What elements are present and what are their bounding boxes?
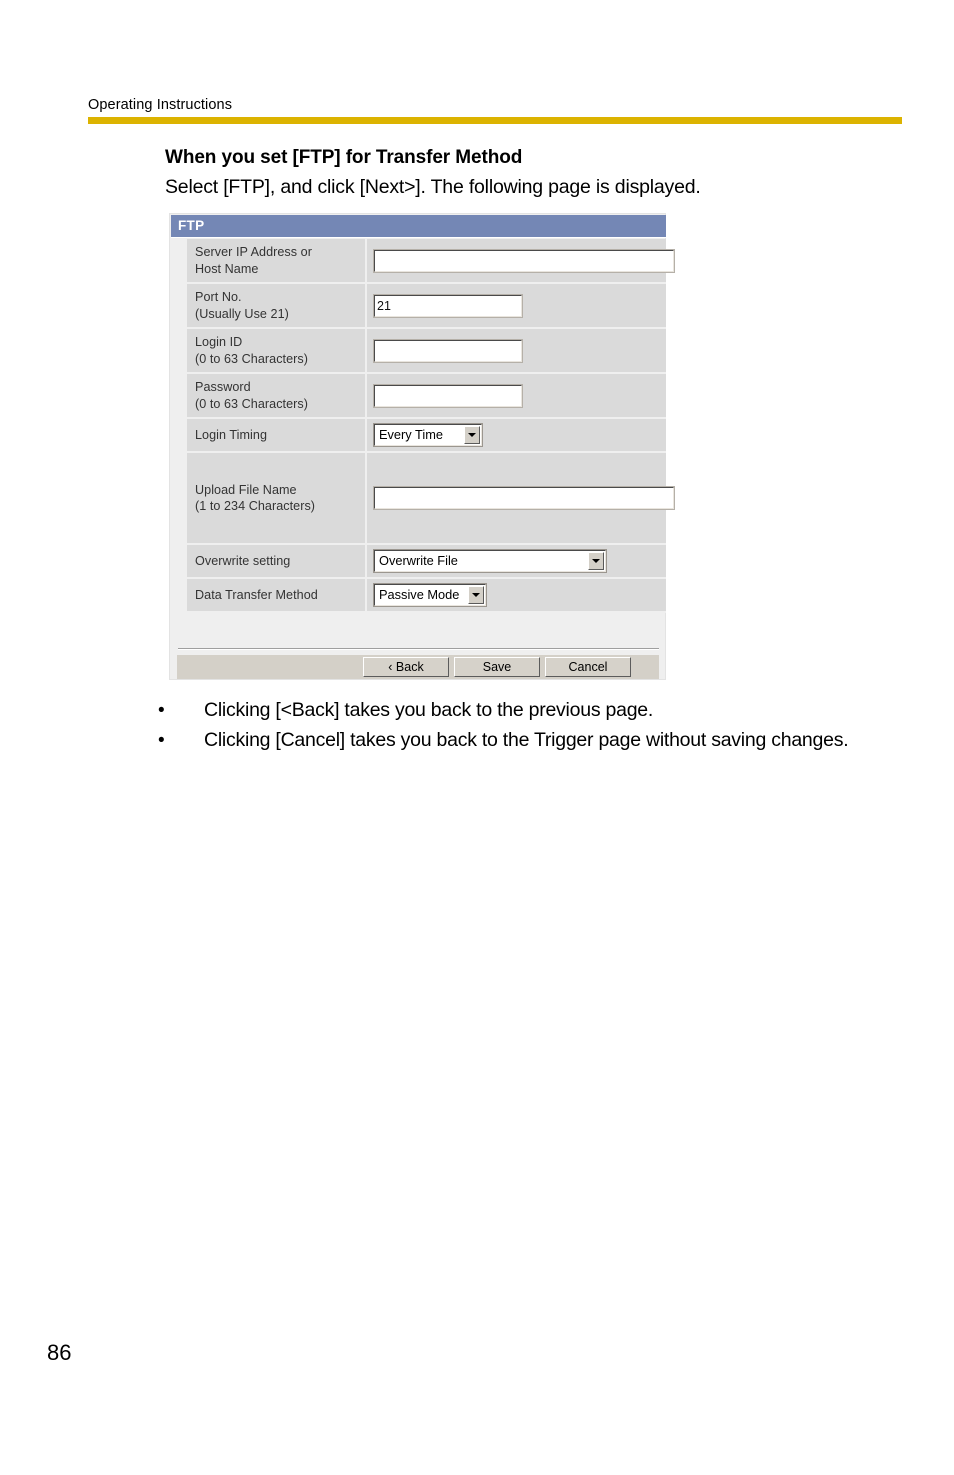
control-cell-login-id bbox=[366, 328, 666, 374]
form-divider bbox=[178, 648, 659, 650]
section-intro: Select [FTP], and click [Next>]. The fol… bbox=[165, 176, 701, 198]
port-no-input[interactable] bbox=[373, 293, 523, 318]
control-cell-server-address bbox=[366, 239, 675, 284]
chevron-down-icon[interactable] bbox=[468, 586, 484, 604]
form-row-password: Password (0 to 63 Characters) bbox=[187, 373, 666, 419]
overwrite-setting-select[interactable]: Overwrite File bbox=[373, 549, 607, 573]
cancel-button[interactable]: Cancel bbox=[545, 657, 631, 677]
overwrite-setting-selected-value: Overwrite File bbox=[379, 553, 458, 568]
chevron-down-icon[interactable] bbox=[464, 426, 480, 444]
label-port-no: Port No. (Usually Use 21) bbox=[187, 283, 367, 329]
label-server-address: Server IP Address or Host Name bbox=[187, 239, 367, 284]
label-line-2: (Usually Use 21) bbox=[195, 306, 289, 321]
label-line-1: Login ID bbox=[195, 335, 243, 349]
back-button[interactable]: ‹ Back bbox=[363, 657, 449, 677]
form-row-upload-file-name: Upload File Name (1 to 234 Characters) bbox=[187, 452, 675, 545]
data-transfer-method-select[interactable]: Passive Mode bbox=[373, 583, 487, 607]
control-cell-password bbox=[366, 373, 666, 419]
control-cell-login-timing: Every Time bbox=[366, 418, 666, 453]
ftp-panel-title: FTP bbox=[178, 218, 205, 233]
list-item: • Clicking [Cancel] takes you back to th… bbox=[157, 726, 867, 755]
form-row-port-no: Port No. (Usually Use 21) bbox=[187, 283, 666, 329]
label-line-2: (0 to 63 Characters) bbox=[195, 396, 308, 411]
server-address-input[interactable] bbox=[373, 248, 675, 273]
save-button[interactable]: Save bbox=[454, 657, 540, 677]
form-row-login-timing: Login Timing Every Time bbox=[187, 418, 666, 453]
login-timing-selected-value: Every Time bbox=[379, 427, 443, 442]
label-password: Password (0 to 63 Characters) bbox=[187, 373, 367, 419]
label-line-2: (0 to 63 Characters) bbox=[195, 351, 308, 366]
label-overwrite-setting: Overwrite setting bbox=[187, 544, 367, 579]
control-cell-data-transfer-method: Passive Mode bbox=[366, 578, 666, 613]
upload-file-name-input[interactable] bbox=[373, 486, 675, 510]
control-cell-upload-file-name bbox=[366, 452, 675, 545]
login-timing-select[interactable]: Every Time bbox=[373, 423, 483, 447]
running-head: Operating Instructions bbox=[88, 97, 233, 113]
label-line-1: Login Timing bbox=[195, 427, 268, 442]
label-line-1: Port No. bbox=[195, 290, 242, 304]
label-upload-file-name: Upload File Name (1 to 234 Characters) bbox=[187, 452, 367, 545]
bullet-icon: • bbox=[158, 700, 165, 721]
ftp-settings-form: Server IP Address or Host Name Port No. … bbox=[187, 239, 675, 613]
list-item-text: Clicking [<Back] takes you back to the p… bbox=[204, 699, 654, 721]
label-line-1: Overwrite setting bbox=[195, 553, 291, 568]
login-id-input[interactable] bbox=[373, 338, 523, 363]
page-number: 86 bbox=[47, 1340, 72, 1365]
control-cell-port-no bbox=[366, 283, 666, 329]
label-line-1: Upload File Name bbox=[195, 482, 297, 497]
control-cell-overwrite-setting: Overwrite File bbox=[366, 544, 666, 579]
label-login-timing: Login Timing bbox=[187, 418, 367, 453]
label-line-1: Server IP Address or bbox=[195, 245, 312, 259]
list-item: • Clicking [<Back] takes you back to the… bbox=[157, 696, 867, 725]
form-row-server-address: Server IP Address or Host Name bbox=[187, 239, 675, 284]
label-line-1: Password bbox=[195, 380, 251, 394]
ftp-panel-titlebar: FTP bbox=[171, 215, 666, 238]
label-login-id: Login ID (0 to 63 Characters) bbox=[187, 328, 367, 374]
form-row-overwrite-setting: Overwrite setting Overwrite File bbox=[187, 544, 666, 579]
label-line-1: Data Transfer Method bbox=[195, 587, 318, 602]
form-row-data-transfer-method: Data Transfer Method Passive Mode bbox=[187, 578, 666, 613]
label-line-2: Host Name bbox=[195, 261, 259, 276]
header-rule bbox=[88, 117, 902, 124]
list-item-text: Clicking [Cancel] takes you back to the … bbox=[204, 729, 849, 751]
notes-list: • Clicking [<Back] takes you back to the… bbox=[157, 696, 867, 756]
section-title: When you set [FTP] for Transfer Method bbox=[165, 147, 523, 168]
label-line-2: (1 to 234 Characters) bbox=[195, 499, 316, 513]
password-input[interactable] bbox=[373, 383, 523, 408]
chevron-down-icon[interactable] bbox=[588, 552, 604, 570]
data-transfer-method-selected-value: Passive Mode bbox=[379, 587, 460, 602]
label-data-transfer-method: Data Transfer Method bbox=[187, 578, 367, 613]
form-row-login-id: Login ID (0 to 63 Characters) bbox=[187, 328, 666, 374]
bullet-icon: • bbox=[158, 730, 165, 751]
ftp-button-bar: ‹ Back Save Cancel bbox=[177, 655, 659, 679]
ftp-settings-screenshot: FTP Server IP Address or Host Name Port … bbox=[169, 213, 675, 680]
